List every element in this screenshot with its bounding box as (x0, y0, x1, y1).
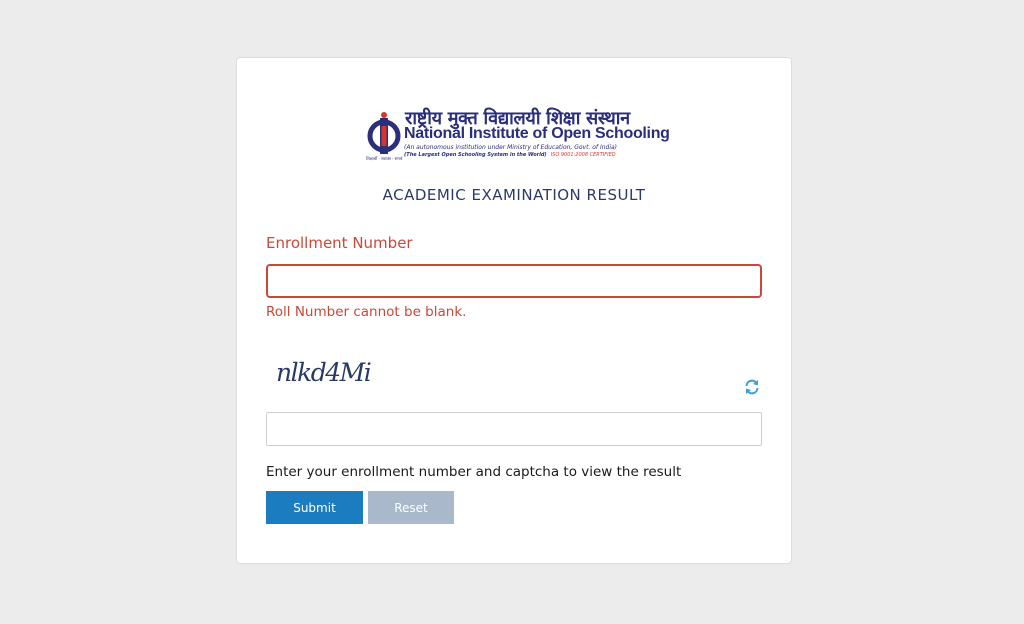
page-title: ACADEMIC EXAMINATION RESULT (382, 186, 646, 204)
refresh-icon[interactable] (743, 378, 761, 396)
instruction-text: Enter your enrollment number and captcha… (266, 464, 682, 480)
enrollment-label: Enrollment Number (266, 234, 413, 252)
result-card: राष्ट्रीय मुक्त विद्यालयी शिक्षा संस्थान… (236, 57, 792, 564)
logo-slogan-text: (The Largest Open Schooling System in th… (404, 152, 547, 158)
submit-button[interactable]: Submit (266, 491, 363, 524)
enrollment-error-message: Roll Number cannot be blank. (266, 304, 467, 320)
logo-english-name: National Institute of Open Schooling (404, 125, 670, 143)
logo-subtitle: (An autonomous institution under Ministr… (404, 144, 618, 151)
nios-logo-icon (367, 112, 401, 154)
logo-iso-text: ISO 9001:2008 CERTIFIED (550, 152, 616, 158)
logo-slogan: (The Largest Open Schooling System in th… (404, 152, 616, 158)
nios-logo: राष्ट्रीय मुक्त विद्यालयी शिक्षा संस्थान… (366, 106, 670, 164)
reset-button[interactable]: Reset (368, 491, 454, 524)
captcha-input[interactable] (266, 412, 762, 446)
enrollment-input[interactable] (266, 264, 762, 298)
logo-english-prefix: National Institute of (404, 125, 552, 142)
logo-tagline: शिक्षार्थी · सशक्त · समर्थ (366, 156, 403, 161)
logo-english-bold: Open Schooling (551, 125, 670, 142)
captcha-image: nlkd4Mi (276, 358, 372, 387)
